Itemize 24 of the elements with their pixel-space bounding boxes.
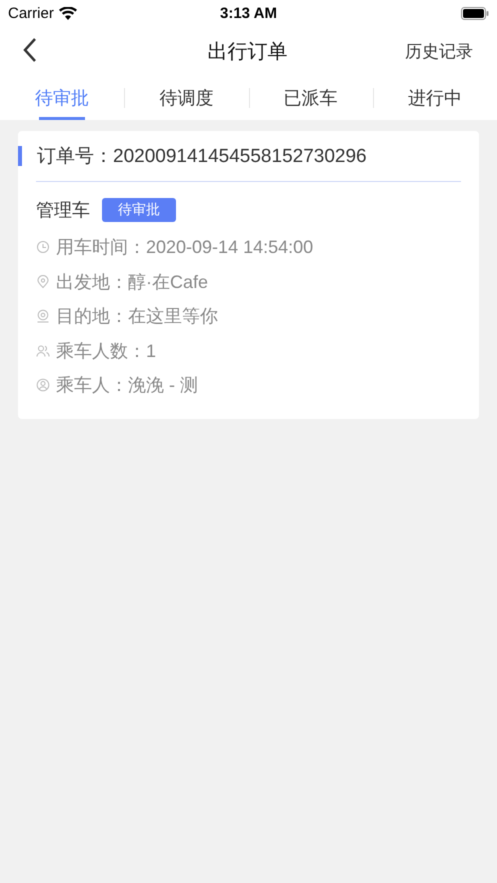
tab[interactable]: 进行中 <box>408 76 462 120</box>
battery-icon <box>460 6 489 20</box>
detail-text: 乘车人数：1 <box>56 340 156 363</box>
tab[interactable]: 已派车 <box>284 76 338 120</box>
order-number: 订单号：202009141454558152730296 <box>37 145 367 169</box>
page-title: 出行订单 <box>208 40 288 64</box>
location-pin-icon <box>36 274 50 289</box>
clock-icon <box>36 240 50 254</box>
status-tag: 待审批 <box>102 198 176 222</box>
detail-text: 用车时间：2020-09-14 14:54:00 <box>56 236 314 260</box>
carrier-label: Carrier <box>8 4 54 22</box>
target-icon <box>36 309 50 324</box>
clock-time: 3:13 AM <box>219 4 278 22</box>
detail-text: 乘车人：浼浼 - 测 <box>56 374 198 398</box>
accent-bar <box>18 146 22 166</box>
history-button[interactable]: 历史记录 <box>405 40 473 62</box>
person-icon <box>36 378 50 392</box>
detail-text: 目的地：在这里等你 <box>56 305 218 328</box>
tab[interactable]: 待调度 <box>159 76 214 120</box>
people-icon <box>36 344 50 358</box>
vehicle-type: 管理车 <box>36 199 90 222</box>
tab[interactable]: 待审批 <box>35 76 90 120</box>
detail-text: 出发地：醇·在Cafe <box>56 270 208 294</box>
wifi-icon <box>58 6 77 20</box>
